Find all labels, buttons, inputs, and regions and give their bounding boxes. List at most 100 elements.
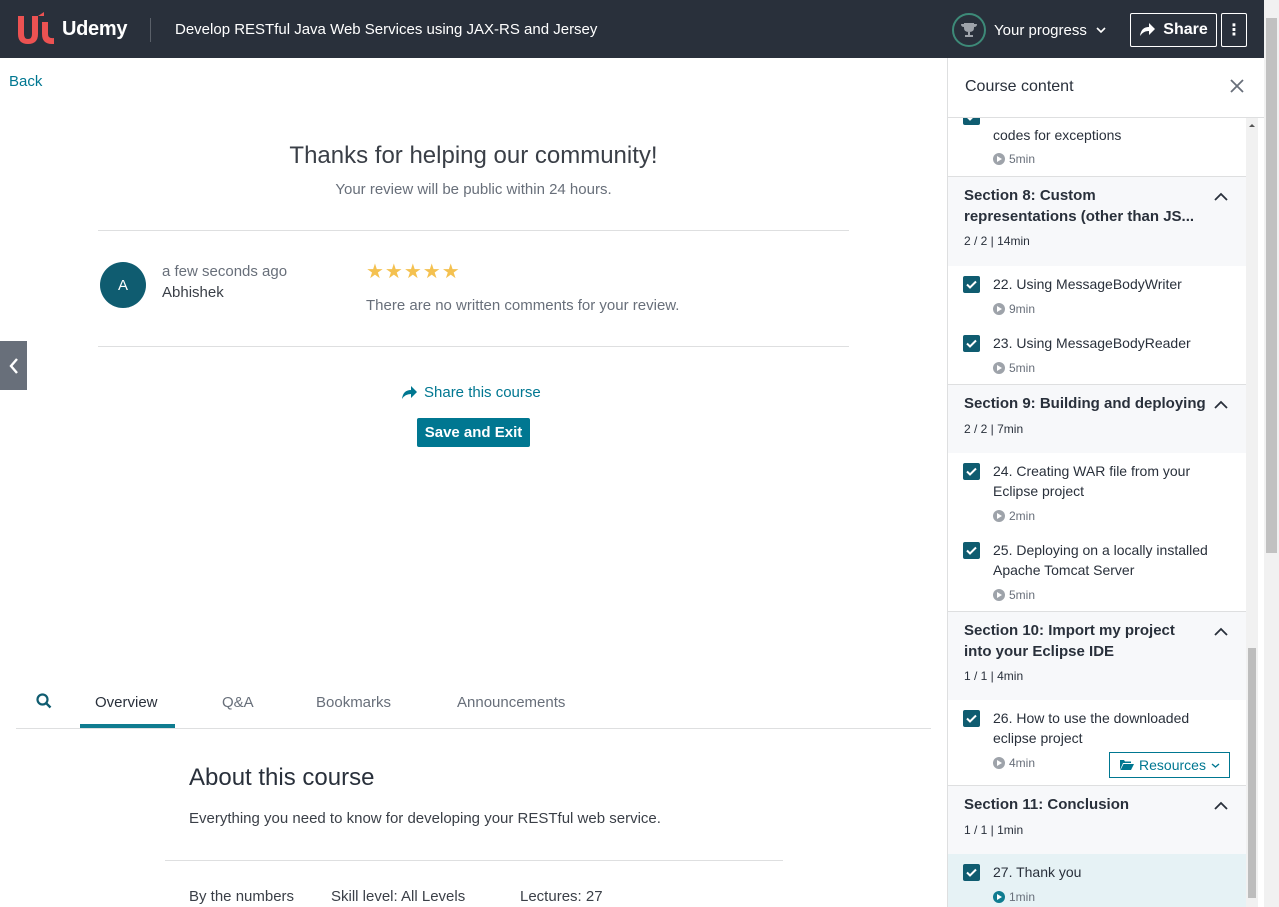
lecture-item[interactable]: 24. Creating WAR file from your Eclipse …: [948, 453, 1246, 532]
divider: [165, 860, 783, 861]
review-comment: There are no written comments for your r…: [366, 297, 680, 314]
trophy-icon: [952, 13, 986, 47]
lecture-item[interactable]: 22. Using MessageBodyWriter 9min: [948, 266, 1246, 325]
lecture-title: 26. How to use the downloaded eclipse pr…: [993, 710, 1190, 746]
sidebar-title: Course content: [965, 78, 1074, 95]
lecture-item[interactable]: 21. Responding with HTTP error codes for…: [948, 118, 1246, 176]
chevron-up-icon[interactable]: [1214, 624, 1228, 642]
share-button[interactable]: Share: [1130, 13, 1217, 47]
sidebar-scrollbar-thumb[interactable]: [1248, 648, 1256, 898]
sidebar-content-list[interactable]: 21. Responding with HTTP error codes for…: [948, 118, 1246, 907]
checkbox-checked-icon[interactable]: [963, 542, 980, 559]
review-timestamp: a few seconds ago: [162, 263, 288, 280]
section-title: Section 10: Import my project into your …: [964, 622, 1175, 660]
sidebar-header: Course content: [948, 58, 1264, 118]
save-and-exit-button[interactable]: Save and Exit: [417, 418, 530, 447]
lecture-item-current[interactable]: 27. Thank you 1min: [948, 854, 1246, 907]
checkbox-checked-icon[interactable]: [963, 335, 980, 352]
course-content-sidebar: Course content 21. Responding with HTTP …: [947, 58, 1264, 907]
share-label: Share: [1163, 21, 1208, 38]
review-public-note: Your review will be public within 24 hou…: [335, 181, 612, 198]
logo-text: Udemy: [62, 17, 128, 40]
checkbox-checked-icon[interactable]: [963, 463, 980, 480]
section-header-9[interactable]: Section 9: Building and deploying 2 / 2 …: [948, 384, 1246, 453]
play-icon: [993, 757, 1005, 769]
duration-text: 5min: [1009, 588, 1036, 602]
share-this-course-link[interactable]: Share this course: [401, 384, 541, 401]
about-course-description: Everything you need to know for developi…: [189, 810, 661, 827]
scroll-up-arrow-icon: [1249, 124, 1255, 127]
section-header-8[interactable]: Section 8: Custom representations (other…: [948, 176, 1246, 266]
lecture-count: Lectures: 27: [520, 888, 603, 905]
checkbox-checked-icon[interactable]: [963, 118, 980, 125]
duration-text: 2min: [1009, 509, 1036, 523]
checkbox-checked-icon[interactable]: [963, 710, 980, 727]
divider: [98, 346, 849, 347]
lecture-title: 27. Thank you: [993, 864, 1082, 880]
tab-overview[interactable]: Overview: [95, 694, 158, 711]
section-meta: 1 / 1 | 1min: [964, 823, 1024, 837]
play-icon: [993, 153, 1005, 165]
section-title: Section 11: Conclusion: [964, 796, 1130, 813]
active-tab-indicator: [80, 724, 175, 728]
lecture-item[interactable]: 25. Deploying on a locally installed Apa…: [948, 532, 1246, 611]
sidebar-scrollbar[interactable]: [1246, 118, 1258, 907]
lecture-title: 23. Using MessageBodyReader: [993, 335, 1191, 351]
duration-text: 5min: [1009, 152, 1036, 166]
header-divider: [150, 18, 151, 42]
star-rating: ★★★★★: [366, 261, 461, 283]
close-icon[interactable]: [1229, 78, 1245, 99]
chevron-down-icon: [1211, 762, 1220, 768]
thanks-heading: Thanks for helping our community!: [289, 142, 658, 169]
section-meta: 1 / 1 | 4min: [964, 669, 1024, 683]
lecture-duration: 5min: [993, 588, 1035, 602]
more-vertical-icon: ⋮: [1226, 22, 1242, 39]
play-icon: [993, 362, 1005, 374]
section-header-10[interactable]: Section 10: Import my project into your …: [948, 611, 1246, 700]
progress-dropdown[interactable]: Your progress: [952, 13, 1107, 47]
section-meta: 2 / 2 | 14min: [964, 234, 1030, 248]
lecture-item[interactable]: 23. Using MessageBodyReader 5min: [948, 325, 1246, 384]
course-tabs: Overview Q&A Bookmarks Announcements: [16, 680, 931, 729]
udemy-logo[interactable]: Udemy: [14, 12, 128, 46]
checkbox-checked-icon[interactable]: [963, 276, 980, 293]
more-options-button[interactable]: ⋮: [1221, 13, 1247, 47]
course-title[interactable]: Develop RESTful Java Web Services using …: [175, 21, 597, 38]
about-course-heading: About this course: [189, 764, 375, 791]
lecture-title: codes for exceptions: [993, 127, 1122, 143]
lecture-title: 22. Using MessageBodyWriter: [993, 276, 1182, 292]
tab-announcements[interactable]: Announcements: [457, 694, 565, 711]
tab-bookmarks[interactable]: Bookmarks: [316, 694, 391, 711]
reviewer-name: Abhishek: [162, 284, 224, 301]
play-icon: [993, 303, 1005, 315]
duration-text: 5min: [1009, 361, 1036, 375]
play-icon: [993, 589, 1005, 601]
resources-dropdown-button[interactable]: Resources: [1109, 752, 1230, 778]
search-icon[interactable]: [36, 693, 52, 714]
lecture-duration: 2min: [993, 509, 1035, 523]
expand-left-panel-button[interactable]: [0, 341, 27, 390]
resources-label: Resources: [1139, 757, 1206, 773]
section-header-11[interactable]: Section 11: Conclusion 1 / 1 | 1min: [948, 785, 1246, 854]
chevron-up-icon[interactable]: [1214, 189, 1228, 207]
duration-text: 1min: [1009, 890, 1036, 904]
section-title: Section 9: Building and deploying: [964, 395, 1206, 412]
page-scrollbar-thumb[interactable]: [1266, 18, 1277, 553]
back-link[interactable]: Back: [9, 73, 42, 90]
divider: [98, 230, 849, 231]
section-title: Section 8: Custom representations (other…: [964, 187, 1195, 225]
lecture-item[interactable]: 26. How to use the downloaded eclipse pr…: [948, 700, 1246, 785]
page-scrollbar[interactable]: [1264, 0, 1279, 907]
lecture-title: 25. Deploying on a locally installed Apa…: [993, 542, 1208, 578]
avatar: A: [100, 262, 146, 308]
chevron-left-icon: [8, 357, 18, 374]
section-meta: 2 / 2 | 7min: [964, 422, 1024, 436]
chevron-up-icon[interactable]: [1214, 397, 1228, 415]
skill-level: Skill level: All Levels: [331, 888, 466, 905]
chevron-up-icon[interactable]: [1214, 798, 1228, 816]
share-arrow-icon: [1140, 23, 1156, 36]
duration-text: 4min: [1009, 756, 1036, 770]
tab-qa[interactable]: Q&A: [222, 694, 254, 711]
lecture-duration: 5min: [993, 152, 1035, 166]
checkbox-checked-icon[interactable]: [963, 864, 980, 881]
